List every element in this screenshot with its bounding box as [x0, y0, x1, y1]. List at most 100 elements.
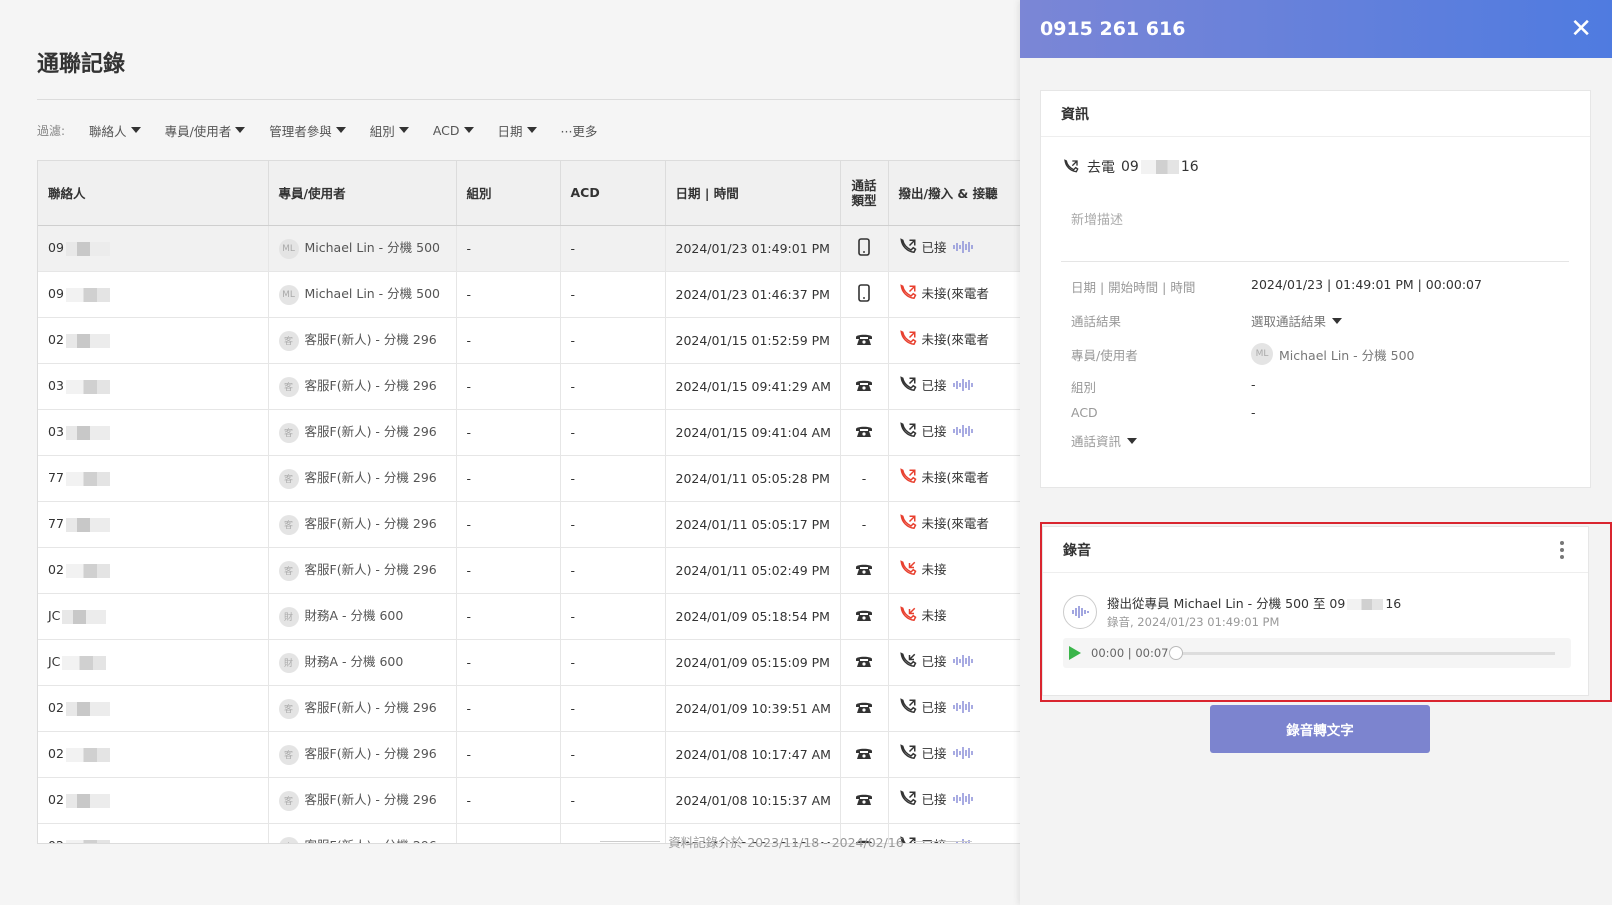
desk-phone-icon — [856, 564, 872, 575]
masked-number — [1140, 160, 1179, 174]
col-datetime[interactable]: 日期 | 時間 — [665, 161, 841, 226]
direction-cell: 未接(來電者 — [888, 455, 1020, 502]
group-cell: - — [456, 271, 561, 318]
table-row[interactable]: JC 財財務A - 分機 600- -2024/01/09 05:15:09 PM 已… — [38, 639, 1020, 686]
table-row[interactable]: 03 客客服F(新人) - 分機 296- -2024/01/15 09:41:04… — [38, 409, 1020, 456]
out-missed-call-icon — [899, 467, 916, 483]
recording-wave-icon[interactable] — [952, 378, 975, 391]
recording-wave-icon[interactable] — [952, 240, 975, 253]
contact-cell: 09 — [38, 225, 269, 272]
contact-cell: 02 — [38, 731, 269, 778]
group-cell: - — [456, 547, 561, 594]
description-input[interactable]: 新增描述 — [1071, 209, 1123, 228]
caret-down-icon — [235, 127, 246, 133]
masked-number — [65, 241, 110, 256]
field-call-info[interactable]: 通話資訊 — [1071, 431, 1251, 450]
in-answered-call-icon — [899, 651, 916, 667]
table-row[interactable]: 02 客客服F(新人) - 分機 296- -2024/01/08 10:17:47… — [38, 731, 1020, 778]
avatar: 客 — [278, 698, 299, 719]
recording-wave-icon[interactable] — [952, 700, 975, 713]
outgoing-number: 去電 09 16 — [1063, 157, 1199, 177]
transcribe-button[interactable]: 錄音轉文字 — [1210, 705, 1430, 753]
table-row[interactable]: 03 客客服F(新人) - 分機 296- -2024/01/15 09:41:29… — [38, 363, 1020, 410]
datetime-cell: 2024/01/15 01:52:59 PM — [665, 317, 841, 364]
datetime-cell: 2024/01/15 09:41:04 AM — [665, 409, 841, 456]
table-row[interactable]: 77 客客服F(新人) - 分機 296- -2024/01/11 05:05:17… — [38, 501, 1020, 548]
filter-more[interactable]: ···更多 — [561, 121, 598, 140]
out-answered-call-icon — [899, 237, 916, 253]
table-row[interactable]: 02 客客服F(新人) - 分機 296- -2024/01/09 10:39:51… — [38, 685, 1020, 732]
desk-phone-icon — [856, 380, 872, 391]
col-group[interactable]: 組別 — [456, 161, 561, 226]
table-row[interactable]: 09 ML Michael Lin - 分機 500- -2024/01/23 01:… — [38, 225, 1020, 272]
filter-agent[interactable]: 專員/使用者 — [165, 121, 246, 140]
recording-wave-icon[interactable] — [952, 654, 975, 667]
out-missed-call-icon — [899, 283, 916, 299]
call-type-cell — [840, 685, 889, 732]
recording-wave-icon[interactable] — [952, 746, 975, 759]
desk-phone-icon — [856, 794, 872, 805]
table-row[interactable]: 02 客客服F(新人) - 分機 296- -2024/01/15 01:52:59… — [38, 317, 1020, 364]
avatar: ML — [278, 238, 299, 259]
filter-group[interactable]: 組別 — [370, 121, 409, 140]
highlight-box — [1040, 522, 1612, 702]
recording-wave-icon[interactable] — [952, 792, 975, 805]
direction-cell: 已接 — [888, 225, 1020, 272]
table-row[interactable]: 02 客客服F(新人) - 分機 296- -2024/01/08 10:15:37… — [38, 777, 1020, 824]
datetime-cell: 2024/01/08 10:17:47 AM — [665, 731, 841, 778]
contact-cell: 02 — [38, 685, 269, 732]
table-row[interactable]: JC 財財務A - 分機 600- -2024/01/09 05:18:54 PM 未… — [38, 593, 1020, 640]
contact-cell: 03 — [38, 363, 269, 410]
direction-cell: 未接(來電者 — [888, 271, 1020, 318]
call-result-select[interactable]: 選取通話結果 — [1251, 311, 1343, 330]
avatar: 客 — [278, 376, 299, 397]
agent-cell: 財財務A - 分機 600 — [268, 639, 457, 686]
masked-number — [62, 609, 107, 624]
filter-date[interactable]: 日期 — [498, 121, 537, 140]
datetime-cell: 2024/01/09 10:39:51 AM — [665, 685, 841, 732]
out-answered-call-icon — [899, 743, 916, 759]
call-type-cell — [840, 409, 889, 456]
acd-cell: - — [560, 593, 666, 640]
agent-cell: 客客服F(新人) - 分機 296 — [268, 777, 457, 824]
direction-cell: 已接 — [888, 363, 1020, 410]
datetime-cell: 2024/01/11 05:02:49 PM — [665, 547, 841, 594]
group-cell: - — [456, 363, 561, 410]
filter-manager[interactable]: 管理者參與 — [269, 121, 346, 140]
group-cell: - — [456, 731, 561, 778]
field-acd: ACD - — [1071, 405, 1256, 420]
agent-cell: 客客服F(新人) - 分機 296 — [268, 547, 457, 594]
contact-cell: 02 — [38, 317, 269, 364]
out-answered-call-icon — [899, 697, 916, 713]
recording-wave-icon[interactable] — [952, 424, 975, 437]
masked-number — [65, 563, 110, 578]
call-log-page: 通聯記錄 過濾: 聯絡人 專員/使用者 管理者參與 組別 ACD 日期 ···更… — [0, 0, 1020, 905]
divider — [1061, 261, 1569, 262]
table-row[interactable]: 09 ML Michael Lin - 分機 500- -2024/01/23 01:… — [38, 271, 1020, 318]
filter-acd[interactable]: ACD — [433, 123, 474, 138]
datetime-cell: 2024/01/11 05:05:17 PM — [665, 501, 841, 548]
filter-label: 過濾: — [37, 123, 66, 138]
col-call-type[interactable]: 通話類型 — [840, 161, 889, 226]
field-datetime: 日期 | 開始時間 | 時間 2024/01/23 | 01:49:01 PM … — [1071, 277, 1482, 295]
masked-number — [65, 333, 110, 348]
avatar: 客 — [278, 514, 299, 535]
call-type-cell — [840, 593, 889, 640]
agent-cell: 客客服F(新人) - 分機 296 — [268, 409, 457, 456]
caret-down-icon — [1127, 437, 1138, 444]
col-direction[interactable]: 撥出/撥入 & 接聽 — [888, 161, 1020, 226]
caret-down-icon — [463, 127, 474, 133]
filter-contact[interactable]: 聯絡人 — [89, 121, 141, 140]
call-type-cell — [840, 225, 889, 272]
col-acd[interactable]: ACD — [560, 161, 666, 226]
masked-number — [65, 747, 110, 762]
datetime-cell: 2024/01/09 05:18:54 PM — [665, 593, 841, 640]
table-row[interactable]: 02 客客服F(新人) - 分機 296- -2024/01/11 05:02:49… — [38, 547, 1020, 594]
close-icon[interactable]: ✕ — [1570, 16, 1592, 42]
table-row[interactable]: 77 客客服F(新人) - 分機 296- -2024/01/11 05:05:28… — [38, 455, 1020, 502]
desk-phone-icon — [856, 426, 872, 437]
acd-cell: - — [560, 685, 666, 732]
acd-cell: - — [560, 409, 666, 456]
col-contact[interactable]: 聯絡人 — [38, 161, 269, 226]
col-agent[interactable]: 專員/使用者 — [268, 161, 457, 226]
